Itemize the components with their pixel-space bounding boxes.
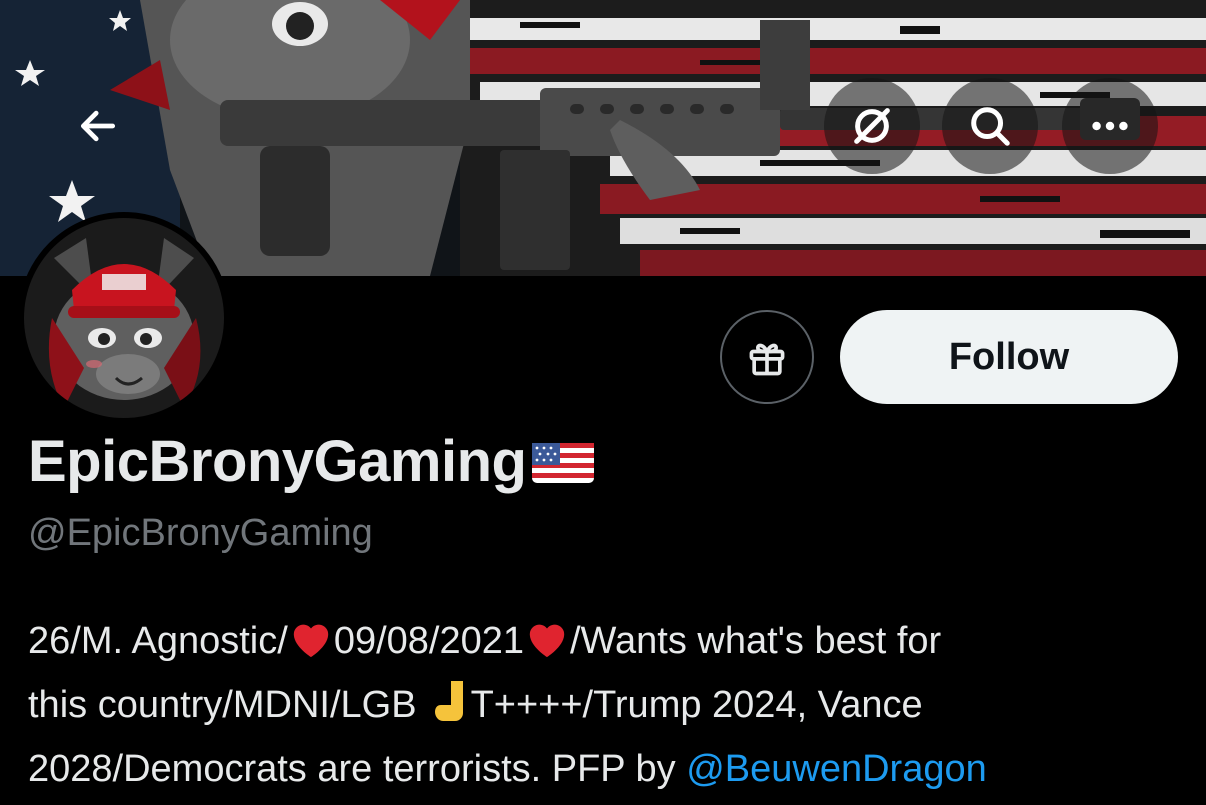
bio-text: T++++/Trump 2024, Vance: [470, 684, 923, 726]
bio-text: 26/M. Agnostic/: [28, 620, 288, 662]
arrow-left-icon: [80, 110, 116, 142]
search-icon: [971, 107, 1010, 146]
avatar[interactable]: [18, 212, 230, 424]
search-button[interactable]: [942, 78, 1038, 174]
avatar-image: [24, 218, 224, 418]
bio-line-1: 26/M. Agnostic/09/08/2021/Wants what's b…: [28, 612, 1188, 676]
gift-icon: [749, 343, 785, 376]
heart-icon: [524, 617, 570, 676]
hand-emoji-icon: [431, 679, 467, 740]
bio-line-2: this country/MDNI/LGB T++++/Trump 2024, V…: [28, 676, 1188, 740]
follow-button[interactable]: Follow: [840, 310, 1178, 404]
back-button[interactable]: [50, 78, 146, 174]
gift-button[interactable]: [720, 310, 814, 404]
grok-button[interactable]: [824, 78, 920, 174]
profile-bio: 26/M. Agnostic/09/08/2021/Wants what's b…: [28, 612, 1188, 798]
bio-text: /Wants what's best for: [570, 620, 942, 662]
more-horizontal-icon: [1092, 121, 1128, 131]
bio-line-3: 2028/Democrats are terrorists. PFP by @B…: [28, 740, 1188, 798]
grok-icon: [854, 108, 890, 144]
bio-text: 2028/Democrats are terrorists. PFP by: [28, 748, 687, 790]
us-flag-icon: [532, 443, 595, 488]
bio-mention-link[interactable]: @BeuwenDragon: [686, 748, 987, 790]
display-name-row: EpicBronyGaming: [28, 428, 595, 495]
display-name: EpicBronyGaming: [28, 429, 527, 494]
more-button[interactable]: [1062, 78, 1158, 174]
bio-date: 09/08/2021: [333, 620, 524, 662]
user-handle: @EpicBronyGaming: [28, 512, 373, 554]
bio-text: this country/MDNI/LGB: [28, 684, 417, 726]
heart-icon: [288, 617, 334, 676]
profile-page: Follow EpicBronyGaming @EpicBronyGaming …: [0, 0, 1206, 805]
